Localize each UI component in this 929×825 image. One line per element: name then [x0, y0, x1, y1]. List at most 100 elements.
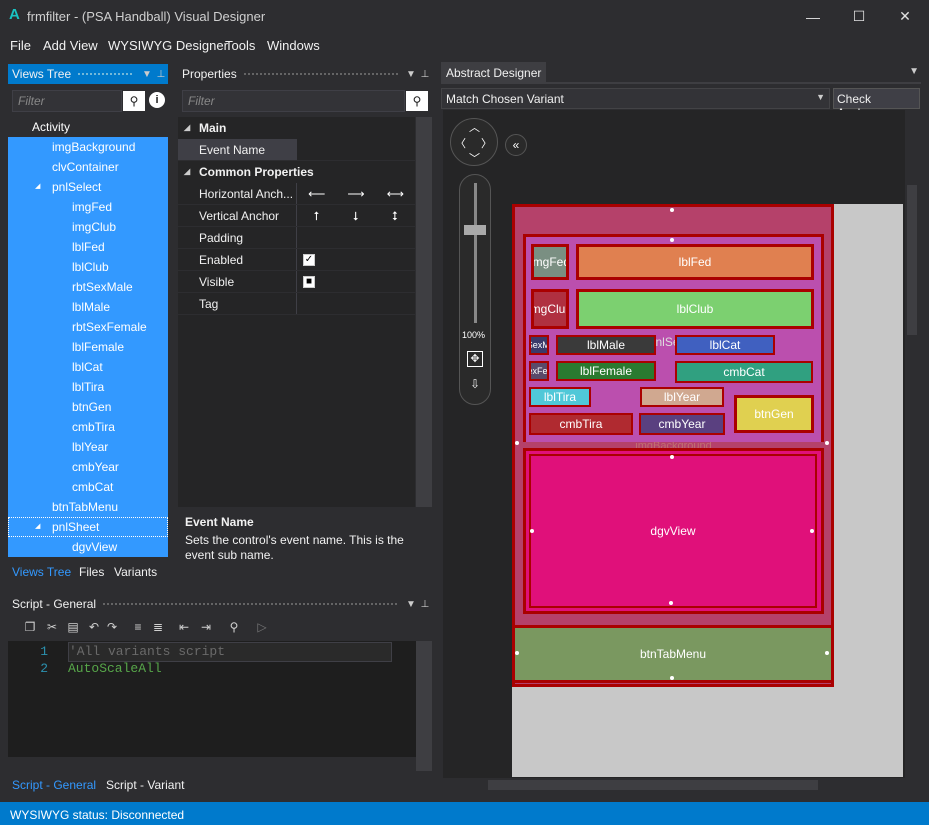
search-icon[interactable]: ⚲ — [406, 91, 428, 111]
fit-icon[interactable]: ✥ — [467, 351, 483, 367]
tree-item[interactable]: clvContainer — [8, 157, 168, 177]
tree-item[interactable]: btnTabMenu — [8, 497, 168, 517]
tree-item[interactable]: rbtSexMale — [8, 277, 168, 297]
dropdown-icon[interactable]: ▼ — [404, 69, 418, 80]
anchor-both-icon[interactable]: ⭥ — [392, 205, 398, 227]
tree-item[interactable]: dgvView — [8, 537, 168, 557]
tree-item[interactable]: imgBackground — [8, 137, 168, 157]
run-icon[interactable]: ▷ — [254, 620, 270, 636]
pin-icon[interactable]: ⊥ — [418, 599, 432, 610]
minimize-button[interactable]: — — [790, 0, 836, 33]
tree-item[interactable]: lblMale — [8, 297, 168, 317]
tab-abstract-designer[interactable]: Abstract Designer — [441, 62, 547, 84]
menu-wysiwyg-designer[interactable]: WYSIWYG Designer — [108, 38, 228, 53]
cmb-cat[interactable]: cmbCat — [675, 361, 813, 383]
grip-handle[interactable] — [242, 71, 398, 77]
btn-tab-menu[interactable]: btnTabMenu — [512, 625, 834, 683]
tree-item[interactable]: ◢ pnlSheet — [8, 517, 168, 537]
handle-dot[interactable] — [530, 529, 534, 533]
properties-filter[interactable]: Filter — [182, 90, 405, 112]
menu-windows[interactable]: Windows — [267, 38, 320, 53]
tree-item[interactable]: rbtSexFemale — [8, 317, 168, 337]
rbt-sex-male[interactable]: rbtSexMale — [529, 335, 549, 355]
rbt-sex-female[interactable]: rbtSexFemale — [529, 361, 549, 381]
lbl-fed[interactable]: lblFed — [576, 244, 814, 280]
info-icon[interactable]: i — [149, 92, 165, 108]
zoom-slider-thumb[interactable] — [464, 225, 486, 235]
anchor-both-icon[interactable]: ⟷ — [387, 183, 404, 205]
prop-row-tag[interactable]: Tag — [178, 293, 415, 315]
tab-files[interactable]: Files — [79, 565, 104, 579]
anchor-bottom-icon[interactable]: ⭣ — [353, 205, 359, 227]
paste-icon[interactable]: ▤ — [65, 620, 81, 636]
code-editor[interactable]: 1 'All variants script 2 AutoScaleAll — [8, 641, 416, 771]
pan-right-icon[interactable]: 〉 — [481, 135, 492, 151]
lbl-tira[interactable]: lblTira — [529, 387, 591, 407]
scroll-thumb[interactable] — [907, 185, 917, 335]
lbl-cat[interactable]: lblCat — [675, 335, 775, 355]
tree-item[interactable]: lblCat — [8, 357, 168, 377]
search-icon[interactable]: ⚲ — [123, 91, 145, 111]
scroll-thumb[interactable] — [488, 780, 818, 790]
handle-dot[interactable] — [515, 651, 519, 655]
properties-scrollbar[interactable] — [416, 117, 432, 507]
check-anchors-button[interactable]: Check Anchors — [833, 88, 920, 120]
tree-item[interactable]: ◢ pnlSelect — [8, 177, 168, 197]
designer-hscroll[interactable] — [443, 778, 919, 792]
pan-down-icon[interactable]: ﹀ — [469, 150, 480, 166]
anchor-top-icon[interactable]: ⭡ — [314, 205, 320, 227]
lbl-male[interactable]: lblMale — [556, 335, 656, 355]
pin-icon[interactable]: ⊥ — [154, 69, 168, 80]
tree-item[interactable]: Activity — [8, 117, 168, 137]
collapse-icon[interactable]: « — [505, 134, 527, 156]
views-tree-filter[interactable]: Filter — [12, 90, 122, 112]
maximize-button[interactable]: ☐ — [836, 0, 882, 33]
category-common[interactable]: Common Properties — [178, 161, 415, 183]
tab-views-tree[interactable]: Views Tree — [12, 565, 71, 579]
handle-dot[interactable] — [515, 441, 519, 445]
prop-row-event-name[interactable]: Event Name — [178, 139, 415, 161]
tree-item[interactable]: btnGen — [8, 397, 168, 417]
handle-dot[interactable] — [670, 455, 674, 459]
pan-control[interactable]: ︿ ﹀ 〈 〉 — [450, 118, 498, 166]
tab-script-general[interactable]: Script - General — [12, 778, 96, 792]
prop-row-visible[interactable]: Visible ■ — [178, 271, 415, 293]
dropdown-icon[interactable]: ▼ — [404, 599, 418, 610]
handle-dot[interactable] — [825, 651, 829, 655]
prop-row-horizontal-anchor[interactable]: Horizontal Anch... ⟵ ⟶ ⟷ — [178, 183, 415, 205]
expand-arrow-icon[interactable]: ◢ — [35, 177, 40, 197]
handle-dot[interactable] — [670, 676, 674, 680]
uncomment-icon[interactable]: ≣ — [150, 620, 166, 636]
cmb-year[interactable]: cmbYear — [639, 413, 725, 435]
tree-item[interactable]: imgFed — [8, 197, 168, 217]
btn-gen[interactable]: btnGen — [734, 395, 814, 433]
grip-handle[interactable] — [77, 71, 134, 77]
padding-field[interactable] — [296, 227, 415, 248]
img-fed[interactable]: imgFed — [531, 244, 569, 280]
tag-field[interactable] — [296, 293, 415, 314]
indent-icon[interactable]: ⇥ — [198, 620, 214, 636]
pan-left-icon[interactable]: 〈 — [455, 135, 466, 151]
prop-row-vertical-anchor[interactable]: Vertical Anchor ⭡ ⭣ ⭥ — [178, 205, 415, 227]
zoom-track[interactable] — [474, 183, 477, 323]
find-icon[interactable]: ⚲ — [226, 620, 242, 636]
pan-up-icon[interactable]: ︿ — [469, 119, 480, 135]
comment-icon[interactable]: ≡ — [130, 620, 146, 636]
prop-row-padding[interactable]: Padding — [178, 227, 415, 249]
redo-icon[interactable]: ↷ — [104, 620, 120, 636]
grip-handle[interactable] — [102, 601, 398, 607]
designer-vscroll[interactable] — [905, 110, 919, 778]
code-line[interactable]: AutoScaleAll — [68, 661, 162, 676]
event-name-field[interactable] — [296, 139, 415, 160]
img-club[interactable]: imgClub — [531, 289, 569, 329]
lbl-year[interactable]: lblYear — [640, 387, 724, 407]
export-icon[interactable]: ⇩ — [467, 377, 483, 393]
tree-item[interactable]: cmbTira — [8, 417, 168, 437]
editor-hscroll[interactable] — [8, 757, 416, 771]
variant-select[interactable]: Match Chosen Variant ▼ — [441, 88, 830, 109]
tree-item[interactable]: lblYear — [8, 437, 168, 457]
tab-script-variant[interactable]: Script - Variant — [106, 778, 184, 792]
cmb-tira[interactable]: cmbTira — [529, 413, 633, 435]
dropdown-icon[interactable]: ▼ — [140, 69, 154, 80]
editor-vscroll[interactable] — [416, 641, 432, 771]
